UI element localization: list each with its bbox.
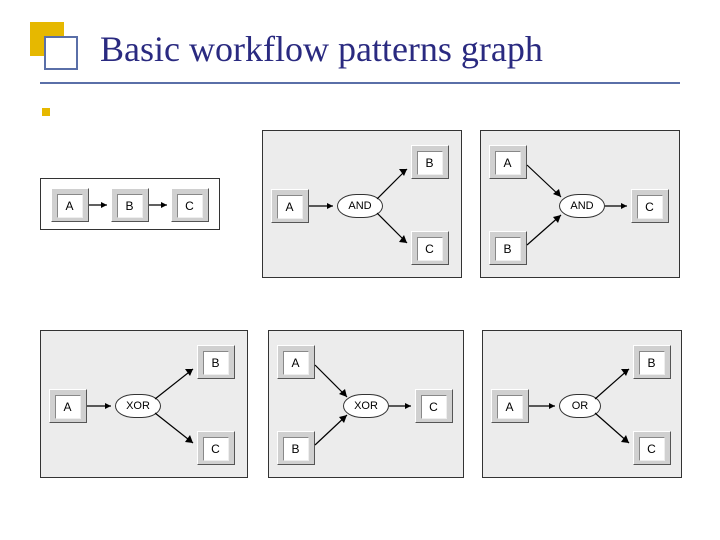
node-b: B	[277, 431, 315, 465]
node-c: C	[631, 189, 669, 223]
node-b-label: B	[639, 351, 665, 375]
panel-xor-split: A XOR B C	[40, 330, 248, 478]
node-c-label: C	[203, 437, 229, 461]
node-b: B	[197, 345, 235, 379]
node-c-label: C	[417, 237, 443, 261]
node-c: C	[197, 431, 235, 465]
panel-and-join: A B AND C	[480, 130, 680, 278]
node-c-label: C	[421, 395, 447, 419]
node-b: B	[633, 345, 671, 379]
node-a: A	[49, 389, 87, 423]
node-b: B	[111, 188, 149, 222]
node-a: A	[277, 345, 315, 379]
operator-and: AND	[337, 194, 383, 218]
node-c: C	[411, 231, 449, 265]
node-b: B	[489, 231, 527, 265]
node-a: A	[51, 188, 89, 222]
node-b-label: B	[283, 437, 309, 461]
node-b-label: B	[417, 151, 443, 175]
title-decoration-front-frame	[44, 36, 78, 70]
title-bar: Basic workflow patterns graph	[0, 0, 720, 100]
node-b-label: B	[117, 194, 143, 218]
node-c-label: C	[639, 437, 665, 461]
node-a: A	[489, 145, 527, 179]
node-a: A	[491, 389, 529, 423]
operator-xor: XOR	[115, 394, 161, 418]
node-a-label: A	[55, 395, 81, 419]
node-c-label: C	[637, 195, 663, 219]
panel-and-split: A AND B C	[262, 130, 462, 278]
node-b-label: B	[495, 237, 521, 261]
page-title: Basic workflow patterns graph	[100, 28, 543, 70]
node-a-label: A	[497, 395, 523, 419]
operator-and: AND	[559, 194, 605, 218]
operator-xor: XOR	[343, 394, 389, 418]
node-c: C	[415, 389, 453, 423]
node-a-label: A	[277, 195, 303, 219]
title-underline	[40, 82, 680, 84]
node-c: C	[171, 188, 209, 222]
panel-xor-join: A B XOR C	[268, 330, 464, 478]
node-a-label: A	[57, 194, 83, 218]
operator-or: OR	[559, 394, 601, 418]
node-b-label: B	[203, 351, 229, 375]
diagram-canvas: A B C A AND B C A	[0, 100, 720, 540]
node-b: B	[411, 145, 449, 179]
panel-sequence: A B C	[40, 178, 220, 230]
node-c: C	[633, 431, 671, 465]
node-a-label: A	[283, 351, 309, 375]
node-a-label: A	[495, 151, 521, 175]
panel-or-split: A OR B C	[482, 330, 682, 478]
node-a: A	[271, 189, 309, 223]
node-c-label: C	[177, 194, 203, 218]
